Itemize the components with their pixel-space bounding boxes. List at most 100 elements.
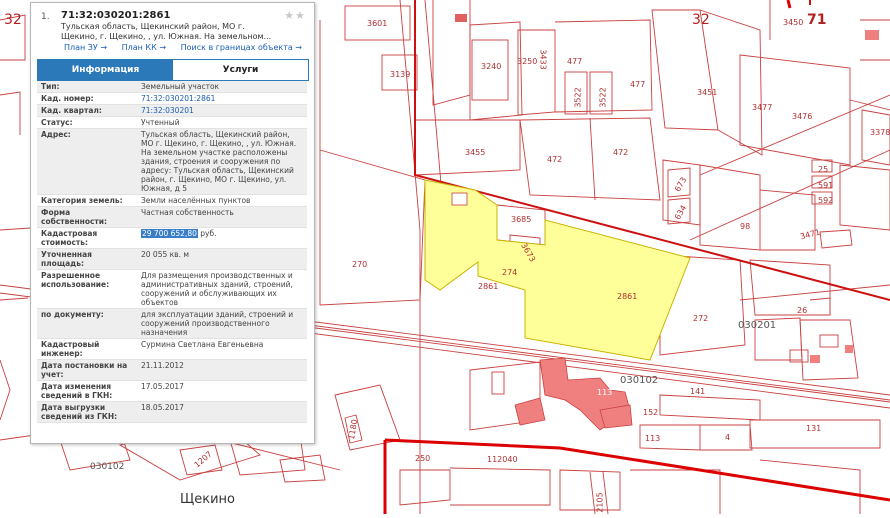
cadastral-value[interactable]: 29 700 652,80 xyxy=(141,229,198,238)
field-label: Дата выгрузки сведений из ГКН: xyxy=(41,403,118,421)
parcel-label: 591 xyxy=(818,181,834,190)
field-label: Разрешенное использование: xyxy=(41,271,110,289)
parcel-label: 25 xyxy=(818,165,829,174)
parcel-label: 3139 xyxy=(390,70,411,79)
parcel-label: 472 xyxy=(547,155,563,164)
quarter-label: 030201 xyxy=(738,320,777,331)
field-label: по документу: xyxy=(41,310,104,319)
parcel-label: 112040 xyxy=(487,455,518,464)
field-label: Дата изменения сведений в ГКН: xyxy=(41,382,113,400)
cadastral-number-link[interactable]: 71:32:030201:2861 xyxy=(137,93,307,104)
field-value: Для размещения производственных и админи… xyxy=(141,271,293,307)
field-value: Земельный участок xyxy=(141,82,220,91)
parcel-label: 3240 xyxy=(481,62,502,71)
parcel-label: 3476 xyxy=(792,112,813,121)
plan-zu-link[interactable]: План ЗУ → xyxy=(64,43,107,52)
panel-tabs: Информация Услуги xyxy=(37,59,309,81)
currency-unit: руб. xyxy=(197,229,217,238)
table-row: Кадастровая стоимость: 29 700 652,80 руб… xyxy=(37,228,307,249)
parcel-label: 152 xyxy=(643,408,659,417)
parcel-label: 3601 xyxy=(367,19,388,28)
table-row: Разрешенное использование: Для размещени… xyxy=(37,270,307,309)
table-row: по документу: для эксплуатации зданий, с… xyxy=(37,309,307,339)
quarter-label: 32 xyxy=(4,12,22,28)
parcel-info-panel[interactable]: 1. 71:32:030201:2861 Тульская область, Щ… xyxy=(30,2,315,444)
table-row: Кад. квартал: 71:32:030201 xyxy=(37,105,307,117)
field-value: 17.05.2017 xyxy=(141,382,184,391)
parcel-label: 472 xyxy=(613,148,629,157)
quarter-label: 030102 xyxy=(90,462,125,472)
result-number: 1. xyxy=(41,12,50,22)
field-label: Категория земель: xyxy=(41,196,123,205)
field-value: 29 700 652,80 руб. xyxy=(137,228,307,248)
parcel-label: 592 xyxy=(818,196,834,205)
field-label: Дата постановки на учет: xyxy=(41,361,128,379)
field-value: 18.05.2017 xyxy=(141,403,184,412)
parcel-label: 3450 xyxy=(783,18,804,27)
parcel-label: 3250 xyxy=(517,57,538,66)
field-value: Учтенный xyxy=(141,118,180,127)
parcel-label: 3455 xyxy=(465,148,486,157)
field-label: Форма собственности: xyxy=(41,208,108,226)
panel-header: 1. 71:32:030201:2861 Тульская область, Щ… xyxy=(31,3,314,57)
parcel-label: 3685 xyxy=(511,215,532,224)
table-row: Форма собственности: Частная собственнос… xyxy=(37,207,307,228)
parcel-label: 477 xyxy=(630,80,646,89)
info-table: Тип: Земельный участок Кад. номер: 71:32… xyxy=(37,81,307,423)
parcel-label: 113 xyxy=(645,434,661,443)
field-label: Кадастровая стоимость: xyxy=(41,229,98,247)
field-label: Тип: xyxy=(41,82,60,91)
field-value: 21.11.2012 xyxy=(141,361,184,370)
table-row: Статус: Учтенный xyxy=(37,117,307,129)
table-row: Дата выгрузки сведений из ГКН: 18.05.201… xyxy=(37,402,307,423)
parcel-label: 2861 xyxy=(617,292,638,301)
quarter-label: 030102 xyxy=(620,375,659,386)
quarter-label: 32 xyxy=(692,12,710,28)
field-value: Тульская область, Щекинский район, МО г.… xyxy=(141,130,297,193)
parcel-label: 141 xyxy=(690,387,706,396)
table-row: Уточненная площадь: 20 055 кв. м xyxy=(37,249,307,270)
cadastral-number-title[interactable]: 71:32:030201:2861 xyxy=(61,10,170,21)
favorite-star-icon[interactable]: ★★ xyxy=(284,9,306,22)
table-row: Категория земель: Земли населённых пункт… xyxy=(37,195,307,207)
field-value: Частная собственность xyxy=(141,208,234,217)
search-in-bounds-link[interactable]: Поиск в границах объекта → xyxy=(181,43,302,52)
parcel-label: 274 xyxy=(502,268,518,277)
parcel-label: 3522 xyxy=(573,87,583,108)
table-row: Кадастровый инженер: Сурмина Светлана Ев… xyxy=(37,339,307,360)
parcel-label: 2105 xyxy=(595,492,605,513)
plan-kk-link[interactable]: План КК → xyxy=(122,43,166,52)
parcel-label: 2861 xyxy=(478,282,499,291)
field-value: 20 055 кв. м xyxy=(141,250,190,259)
field-value: для эксплуатации зданий, строений и соор… xyxy=(141,310,294,337)
parcel-label: 250 xyxy=(415,454,431,463)
table-row: Тип: Земельный участок xyxy=(37,81,307,93)
table-row: Дата изменения сведений в ГКН: 17.05.201… xyxy=(37,381,307,402)
field-label: Статус: xyxy=(41,118,73,127)
parcel-label: 26 xyxy=(797,306,808,315)
parcel-label: 4 xyxy=(725,433,731,442)
field-value: Земли населённых пунктов xyxy=(141,196,251,205)
tab-services[interactable]: Услуги xyxy=(173,60,308,80)
field-label: Адрес: xyxy=(41,130,71,139)
parcel-label: 3433 xyxy=(538,49,548,70)
field-label: Уточненная площадь: xyxy=(41,250,92,268)
table-row: Дата постановки на учет: 21.11.2012 xyxy=(37,360,307,381)
district-label: 71 xyxy=(807,12,827,28)
parcel-label: 272 xyxy=(693,314,709,323)
city-label: Щекино xyxy=(180,492,235,507)
parcel-label: 3522 xyxy=(598,87,608,108)
table-row: Адрес: Тульская область, Щекинский район… xyxy=(37,129,307,195)
parcel-label: 477 xyxy=(567,57,583,66)
field-label: Кадастровый инженер: xyxy=(41,340,100,358)
parcel-label: 3477 xyxy=(752,103,773,112)
parcel-label: 3451 xyxy=(697,88,718,97)
table-row: Кад. номер: 71:32:030201:2861 xyxy=(37,93,307,105)
cadastral-quarter-link[interactable]: 71:32:030201 xyxy=(137,105,307,116)
parcel-label: 131 xyxy=(806,424,822,433)
tab-info[interactable]: Информация xyxy=(38,60,173,80)
field-value: Сурмина Светлана Евгеньевна xyxy=(141,340,264,349)
parcel-label: 113 xyxy=(597,388,613,397)
field-label: Кад. номер: xyxy=(41,94,94,103)
parcel-label: 270 xyxy=(352,260,368,269)
